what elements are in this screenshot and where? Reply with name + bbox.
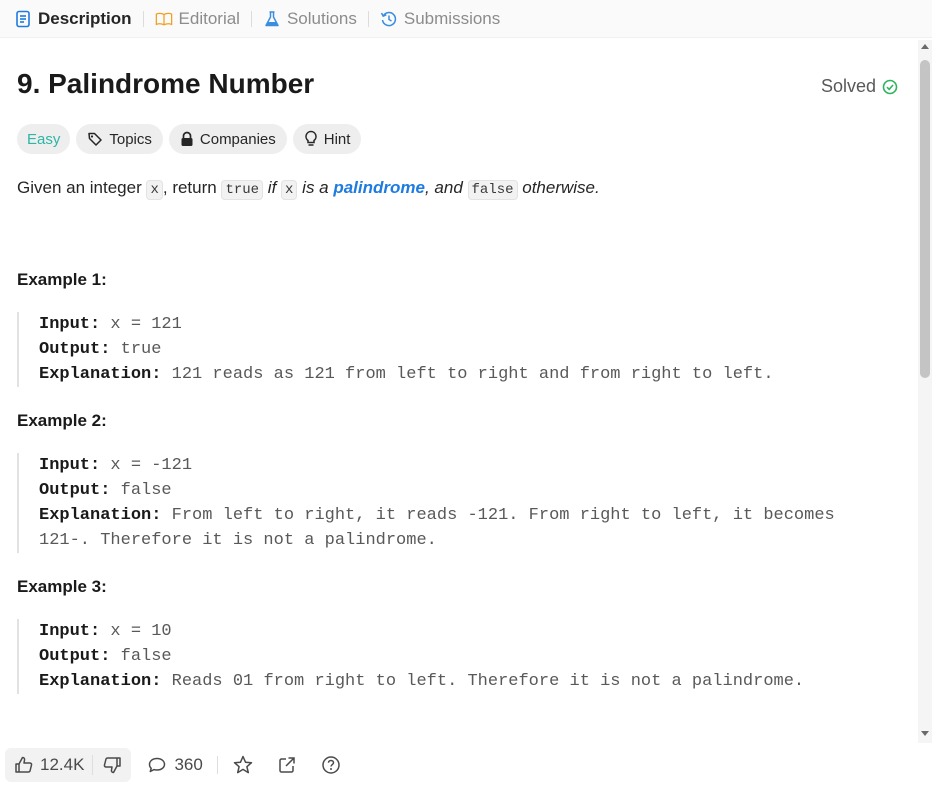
comments-button[interactable]: 360 bbox=[147, 755, 203, 775]
tab-editorial[interactable]: Editorial bbox=[155, 9, 240, 29]
description-icon bbox=[14, 10, 32, 28]
solved-status: Solved bbox=[821, 76, 898, 97]
example-block: Input: x = -121 Output: false Explanation:… bbox=[17, 453, 835, 553]
flask-icon bbox=[263, 10, 281, 28]
external-link-icon bbox=[277, 755, 297, 775]
explanation-label: Explanation: bbox=[39, 672, 162, 691]
scroll-down-arrow-icon[interactable] bbox=[921, 731, 929, 736]
like-button[interactable]: 12.4K bbox=[5, 755, 92, 775]
tab-bar: Description Editorial Solutions Submissi… bbox=[0, 0, 932, 38]
share-button[interactable] bbox=[277, 755, 297, 775]
difficulty-label: Easy bbox=[27, 130, 61, 148]
lightbulb-icon bbox=[304, 130, 318, 148]
input-label: Input: bbox=[39, 456, 101, 475]
statement-text: Given an integer bbox=[17, 178, 147, 197]
statement-text: , and bbox=[424, 178, 468, 197]
statement-text: is a bbox=[297, 178, 334, 197]
dislike-button[interactable] bbox=[93, 755, 131, 775]
tab-divider bbox=[367, 10, 369, 27]
hint-button[interactable]: Hint bbox=[292, 124, 362, 154]
help-button[interactable] bbox=[321, 755, 341, 775]
comment-count: 360 bbox=[174, 755, 203, 774]
output-label: Output: bbox=[39, 340, 111, 359]
footer-divider bbox=[216, 756, 218, 774]
tag-icon bbox=[87, 131, 103, 147]
statement-text: otherwise. bbox=[517, 178, 600, 197]
difficulty-badge: Easy bbox=[17, 124, 71, 154]
like-count: 12.4K bbox=[40, 755, 85, 774]
companies-button[interactable]: Companies bbox=[168, 124, 287, 154]
topics-label: Topics bbox=[109, 130, 152, 148]
history-icon bbox=[380, 10, 398, 28]
thumbs-up-icon bbox=[14, 755, 34, 775]
explanation-label: Explanation: bbox=[39, 506, 162, 525]
solved-label: Solved bbox=[820, 76, 876, 96]
inline-code: false bbox=[467, 180, 518, 200]
inline-code: x bbox=[281, 180, 298, 200]
example-title: Example 2: bbox=[17, 411, 107, 430]
input-value: x = -121 bbox=[100, 456, 193, 475]
statement-text: , return bbox=[162, 178, 222, 197]
output-value: true bbox=[110, 340, 162, 359]
output-label: Output: bbox=[39, 647, 111, 666]
example-title: Example 3: bbox=[17, 577, 107, 596]
scroll-up-arrow-icon[interactable] bbox=[921, 44, 929, 49]
tab-divider bbox=[250, 10, 252, 27]
output-value: false bbox=[110, 481, 172, 500]
input-label: Input: bbox=[39, 622, 101, 641]
companies-label: Companies bbox=[199, 130, 276, 148]
problem-title[interactable]: 9. Palindrome Number bbox=[17, 68, 314, 100]
bottom-action-bar: 12.4K 360 bbox=[0, 743, 932, 787]
check-circle-icon bbox=[882, 79, 898, 95]
question-circle-icon bbox=[321, 755, 341, 775]
inline-code: x bbox=[146, 180, 163, 200]
star-icon bbox=[232, 754, 254, 776]
tab-label: Editorial bbox=[178, 8, 240, 28]
tab-label: Submissions bbox=[403, 8, 501, 28]
output-value: false bbox=[110, 647, 172, 666]
tab-label: Solutions bbox=[286, 8, 357, 28]
statement-text: if bbox=[263, 178, 282, 197]
vote-group: 12.4K bbox=[5, 748, 132, 782]
favorite-button[interactable] bbox=[232, 754, 254, 776]
input-value: x = 10 bbox=[100, 622, 172, 641]
tab-description[interactable]: Description bbox=[14, 9, 132, 29]
explanation-text: From left to right, it reads -121. From … bbox=[161, 506, 835, 525]
book-icon bbox=[155, 10, 173, 28]
scrollbar-thumb[interactable] bbox=[920, 60, 930, 378]
problem-tags: Easy Topics Companies Hint bbox=[17, 124, 362, 154]
input-value: x = 121 bbox=[100, 315, 182, 334]
comment-icon bbox=[147, 755, 167, 775]
example-block: Input: x = 10 Output: false Explanation: R… bbox=[17, 619, 804, 694]
tab-solutions[interactable]: Solutions bbox=[263, 9, 357, 29]
inline-code: true bbox=[221, 180, 264, 200]
topics-button[interactable]: Topics bbox=[76, 124, 163, 154]
explanation-text: Reads 01 from right to left. Therefore i… bbox=[161, 672, 805, 691]
thumbs-down-icon bbox=[102, 755, 122, 775]
palindrome-link[interactable]: palindrome bbox=[333, 178, 425, 197]
lock-icon bbox=[180, 131, 194, 147]
output-label: Output: bbox=[39, 481, 111, 500]
problem-statement: Given an integer x, return true if x is … bbox=[17, 176, 600, 202]
explanation-label: Explanation: bbox=[39, 365, 162, 384]
explanation-text: 121-. Therefore it is not a palindrome. bbox=[39, 531, 437, 550]
input-label: Input: bbox=[39, 315, 101, 334]
tab-submissions[interactable]: Submissions bbox=[380, 9, 500, 29]
hint-label: Hint bbox=[323, 130, 351, 148]
example-title: Example 1: bbox=[17, 270, 107, 289]
tab-label: Description bbox=[38, 8, 132, 28]
explanation-text: 121 reads as 121 from left to right and … bbox=[161, 365, 774, 384]
tab-divider bbox=[142, 10, 144, 27]
example-block: Input: x = 121 Output: true Explanation: 1… bbox=[17, 312, 774, 387]
